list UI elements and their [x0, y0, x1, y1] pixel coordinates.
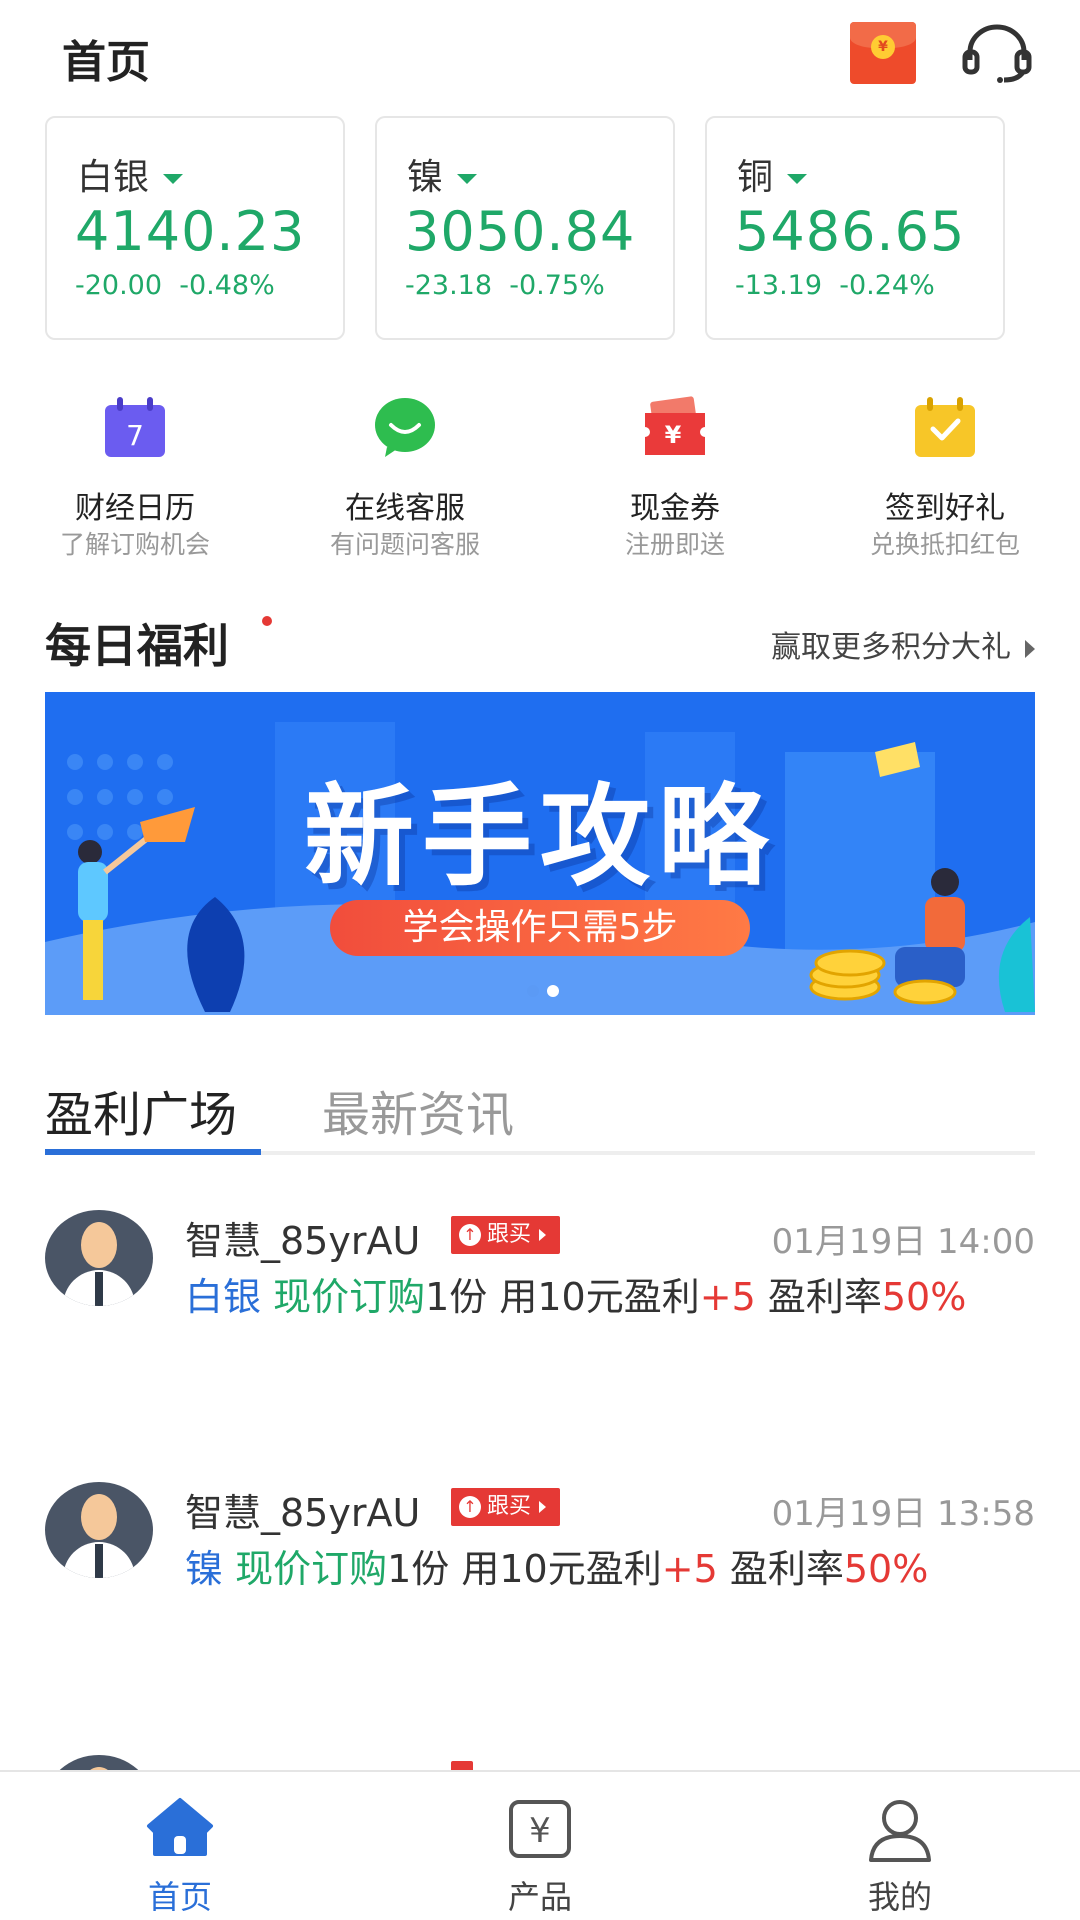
notification-dot [262, 616, 272, 626]
shortcut-label: 在线客服 [345, 491, 465, 526]
bottom-nav: 首页 ¥ 产品 我的 [0, 1770, 1080, 1920]
header: 首页 ¥ [0, 0, 1080, 110]
nav-label: 产品 [507, 1878, 572, 1916]
list-item[interactable]: 智慧_85yrAU ↑ 跟买 01月19日 14:00 白银 现价订购1份 用10… [45, 1200, 1035, 1430]
shortcut-online-service[interactable]: 在线客服 有问题问客服 [270, 395, 540, 565]
avatar [45, 1755, 153, 1770]
price-card-silver[interactable]: 白银 4140.23 -20.00 -0.48% [45, 116, 345, 340]
svg-text:¥: ¥ [529, 1811, 551, 1851]
shortcut-label: 签到好礼 [885, 491, 1005, 526]
shortcut-cash-coupon[interactable]: ¥ 现金券 注册即送 [540, 395, 810, 565]
price-cards: 白银 4140.23 -20.00 -0.48% 镍 3050.84 -23.1… [45, 116, 1045, 340]
shortcut-label: 财经日历 [75, 491, 195, 526]
caret-right-icon [539, 1229, 547, 1241]
nav-label: 我的 [867, 1878, 932, 1916]
promo-banner[interactable]: 新手攻略 学会操作只需5步 [45, 692, 1035, 1015]
user-icon [869, 1800, 931, 1862]
pager-dot [527, 985, 539, 997]
caret-down-icon [457, 174, 478, 184]
card-change: -23.18 -0.75% [405, 270, 605, 301]
avatar [45, 1210, 153, 1306]
svg-text:7: 7 [126, 419, 144, 452]
shortcut-finance-calendar[interactable]: 7 财经日历 了解订购机会 [0, 395, 270, 565]
shortcut-checkin-gift[interactable]: 签到好礼 兑换抵扣红包 [810, 395, 1080, 565]
page-title: 首页 [62, 37, 150, 88]
checkin-icon [915, 397, 975, 457]
card-price: 3050.84 [405, 200, 636, 263]
avatar [45, 1482, 153, 1578]
banner-headline: 新手攻略 [304, 773, 776, 901]
product-icon: ¥ [509, 1800, 571, 1858]
shortcut-sub: 了解订购机会 [59, 530, 210, 559]
active-tab-indicator [45, 1149, 261, 1155]
feed-text: 镍 现价订购1份 用10元盈利+5 盈利率50% [185, 1547, 929, 1591]
shortcut-grid: 7 财经日历 了解订购机会 在线客服 有问题问客服 ¥ 现金券 注册即送 签到好… [0, 395, 1080, 565]
shortcut-sub: 兑换抵扣红包 [869, 530, 1020, 559]
caret-down-icon [163, 174, 184, 184]
card-change: -13.19 -0.24% [735, 270, 935, 301]
profit-feed: 智慧_85yrAU ↑ 跟买 01月19日 14:00 白银 现价订购1份 用10… [45, 1200, 1035, 1770]
red-packet-icon[interactable]: ¥ [850, 22, 916, 84]
price-card-copper[interactable]: 铜 5486.65 -13.19 -0.24% [705, 116, 1005, 340]
arrow-up-icon: ↑ [459, 1496, 481, 1518]
nav-mine[interactable]: 我的 [720, 1772, 1080, 1920]
shortcut-label: 现金券 [630, 491, 720, 526]
feed-tabs: 盈利广场 最新资讯 [45, 1075, 1035, 1155]
card-price: 5486.65 [735, 200, 966, 263]
shortcut-sub: 有问题问客服 [329, 530, 480, 559]
feed-text: 白银 现价订购1份 用10元盈利+5 盈利率50% [185, 1275, 967, 1319]
card-price: 4140.23 [75, 200, 306, 263]
follow-buy-button[interactable]: ↑ 跟买 [451, 1488, 561, 1526]
nav-home[interactable]: 首页 [0, 1772, 360, 1920]
chat-bubble-icon [375, 398, 435, 457]
list-item[interactable]: 智慧_85yrAU ↑ 跟买 01月19日 13:58 镍 现价订购1份 用10元… [45, 1472, 1035, 1702]
list-item-partial[interactable] [45, 1745, 1035, 1770]
card-change: -20.00 -0.48% [75, 270, 275, 301]
follow-buy-button[interactable] [451, 1761, 473, 1770]
home-icon [147, 1798, 213, 1856]
feed-time: 01月19日 13:58 [771, 1494, 1035, 1534]
card-metal-name: 镍 [407, 148, 478, 200]
banner-pill: 学会操作只需5步 [330, 900, 750, 956]
caret-right-icon [539, 1501, 547, 1513]
coupon-icon: ¥ [645, 396, 705, 455]
nav-products[interactable]: ¥ 产品 [360, 1772, 720, 1920]
feed-username: 智慧_85yrAU [185, 1219, 421, 1263]
arrow-up-icon: ↑ [459, 1224, 481, 1246]
chevron-right-icon [1025, 639, 1035, 658]
tab-latest-news[interactable]: 最新资讯 [322, 1075, 514, 1145]
card-metal-name: 铜 [737, 148, 808, 200]
yuan-coin-icon: ¥ [871, 35, 895, 59]
shortcut-sub: 注册即送 [624, 530, 725, 559]
headset-icon[interactable] [960, 22, 1034, 84]
more-points-link[interactable]: 赢取更多积分大礼 [771, 622, 1035, 666]
pager-dot-active [547, 985, 559, 997]
card-metal-name: 白银 [77, 148, 184, 200]
daily-benefit-title: 每日福利 [45, 619, 229, 673]
feed-username: 智慧_85yrAU [185, 1491, 421, 1535]
follow-buy-button[interactable]: ↑ 跟买 [451, 1216, 561, 1254]
tab-profit-plaza[interactable]: 盈利广场 [45, 1075, 237, 1145]
svg-text:¥: ¥ [665, 421, 682, 449]
calendar-icon: 7 [105, 397, 165, 457]
price-card-nickel[interactable]: 镍 3050.84 -23.18 -0.75% [375, 116, 675, 340]
caret-down-icon [787, 174, 808, 184]
carousel-pager [523, 982, 563, 1001]
nav-label: 首页 [147, 1878, 212, 1916]
feed-time: 01月19日 14:00 [771, 1222, 1035, 1262]
